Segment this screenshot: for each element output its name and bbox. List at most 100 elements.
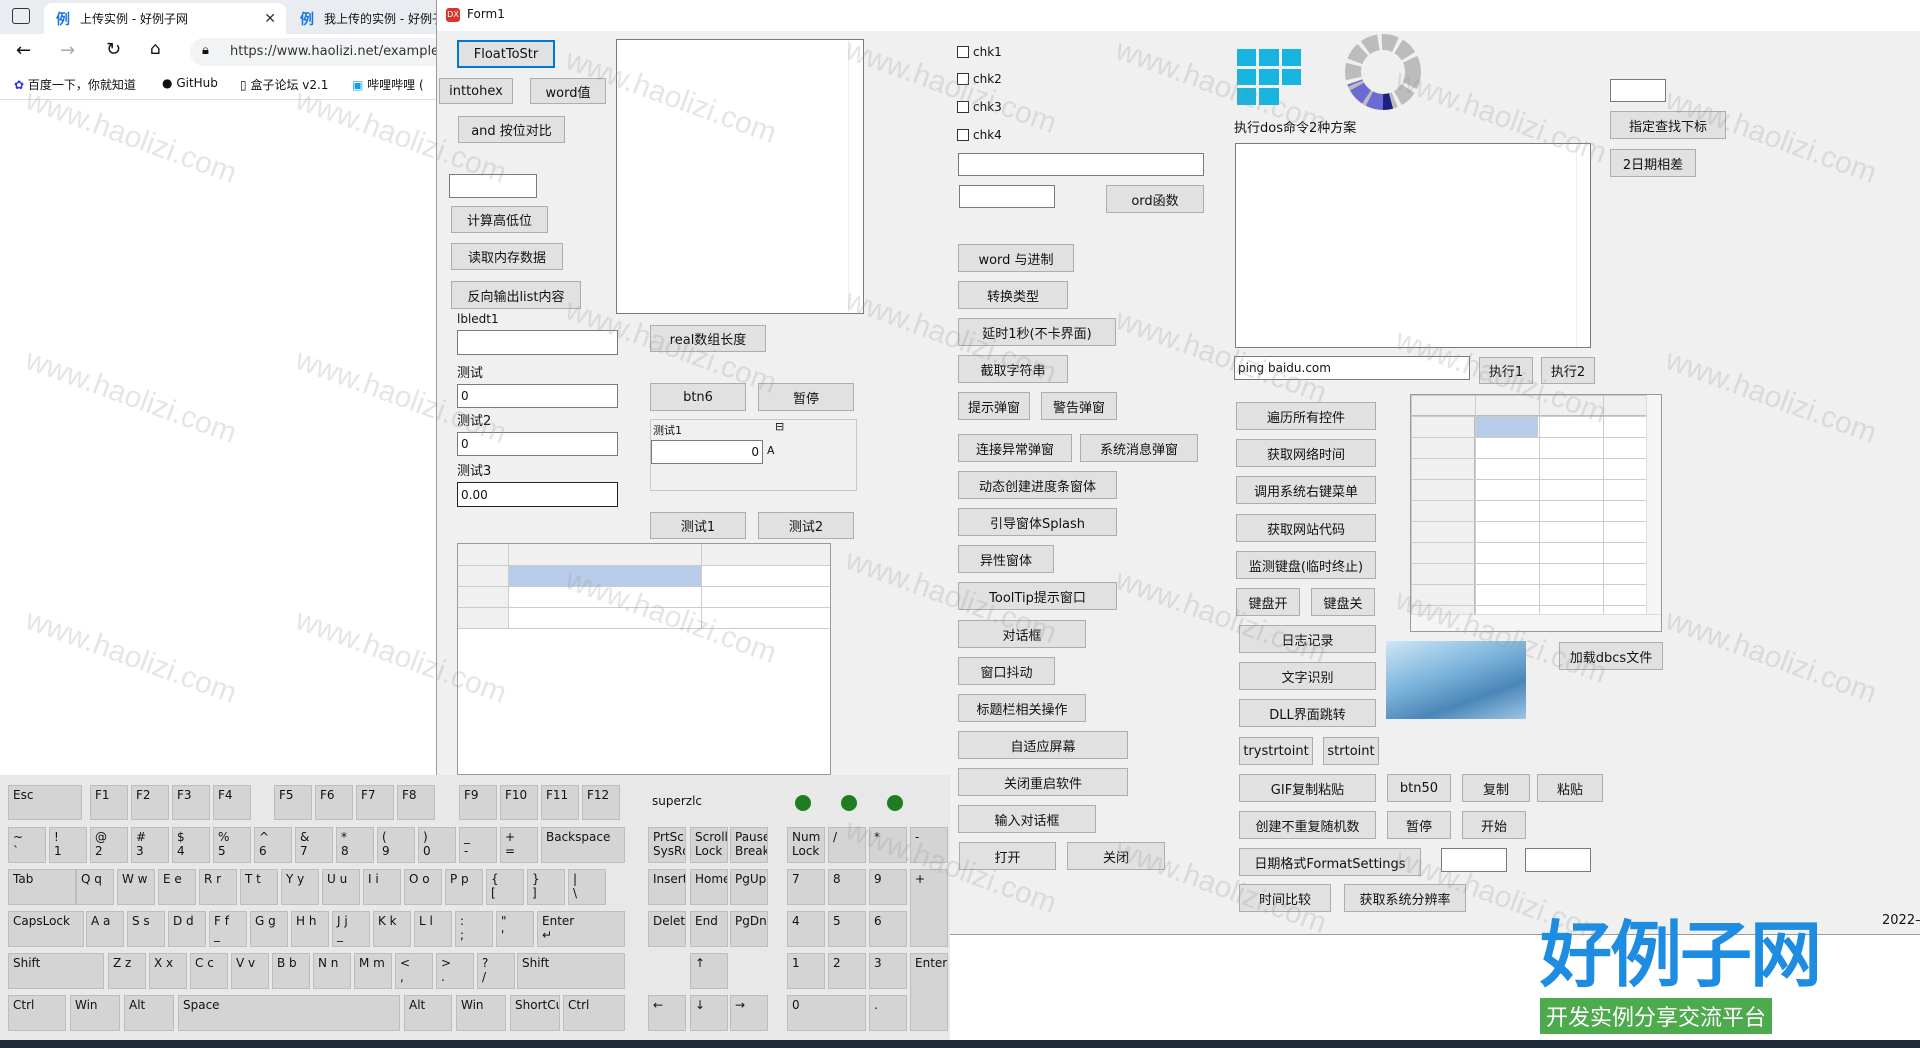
key-digit[interactable]: & 7 [295,827,333,863]
memo-scrollbar[interactable] [848,40,863,313]
reload-icon[interactable]: ↻ [106,39,121,60]
calc-high-low-button[interactable]: 计算高低位 [451,206,548,233]
key-space[interactable]: Space [178,995,400,1031]
exec2-button[interactable]: 执行2 [1541,357,1595,384]
convert-type-button[interactable]: 转换类型 [958,281,1068,309]
key-letter[interactable]: I i [363,869,401,905]
key-digit[interactable]: ! 1 [49,827,87,863]
tip-popup-button[interactable]: 提示弹窗 [958,392,1030,420]
key-ctrl[interactable]: Ctrl [8,995,66,1031]
gif-copy-paste-button[interactable]: GIF复制粘贴 [1239,774,1376,802]
key-esc[interactable]: Esc [8,785,82,820]
key-alt[interactable]: Alt [404,995,452,1031]
browser-tab-active[interactable]: 例 上传实例 - 好例子网 ✕ [44,3,286,34]
key-letter[interactable]: | \ [568,869,606,905]
text-input-2[interactable] [958,153,1204,176]
key-backspace[interactable]: Backspace [541,827,625,863]
key-letter[interactable]: " ' [496,911,534,947]
key-letter[interactable]: W w [117,869,155,905]
grid-cell[interactable] [702,608,830,629]
time-compare-button[interactable]: 时间比较 [1239,884,1331,912]
key-numpad[interactable]: 5 [828,911,866,947]
date-format-settings-button[interactable]: 日期格式FormatSettings [1239,848,1421,876]
key-letter[interactable]: V v [231,953,269,989]
get-network-time-button[interactable]: 获取网络时间 [1236,439,1376,467]
key-letter[interactable]: Z z [108,953,146,989]
titlebar-ops-button[interactable]: 标题栏相关操作 [958,694,1086,722]
text-input-3[interactable] [959,185,1055,208]
reverse-list-button[interactable]: 反向输出list内容 [451,281,581,309]
key-digit[interactable]: ) 0 [418,827,456,863]
delay-1s-button[interactable]: 延时1秒(不卡界面) [958,318,1116,346]
key-letter[interactable]: R r [199,869,237,905]
key-letter[interactable]: M m [354,953,392,989]
key-nav[interactable]: Scroll Lock [690,827,728,863]
key-letter[interactable]: Y y [281,869,319,905]
text-input-4[interactable] [1610,79,1666,102]
key-letter[interactable]: } ] [527,869,565,905]
key-digit[interactable]: ~ ` [8,827,46,863]
home-icon[interactable]: ⌂ [150,39,161,59]
back-icon[interactable]: ← [16,40,31,61]
key-f12[interactable]: F12 [582,785,620,820]
irregular-form-button[interactable]: 异性窗体 [958,545,1054,573]
key-numpad[interactable]: 9 [869,869,907,905]
key-numpad[interactable]: 6 [869,911,907,947]
paste-button[interactable]: 粘贴 [1537,774,1603,802]
text-input-1[interactable] [449,174,537,198]
key-nav[interactable]: PgDn [730,911,768,947]
key-f5[interactable]: F5 [274,785,312,820]
test-input[interactable]: 0 [457,384,618,408]
key-letter[interactable]: C c [190,953,228,989]
text-recognition-button[interactable]: 文字识别 [1239,662,1376,690]
key-letter[interactable]: E e [158,869,196,905]
random-numbers-button[interactable]: 创建不重复随机数 [1239,811,1376,839]
ord-function-button[interactable]: ord函数 [1106,185,1204,213]
test2-button[interactable]: 测试2 [758,512,854,539]
key-f11[interactable]: F11 [541,785,579,820]
read-memory-button[interactable]: 读取内存数据 [451,243,563,270]
keyboard-on-button[interactable]: 键盘开 [1236,588,1300,616]
key-numpad[interactable]: + [910,869,948,947]
key-letter[interactable]: P p [445,869,483,905]
chk2-checkbox[interactable]: chk2 [957,72,1002,86]
load-dbcs-button[interactable]: 加载dbcs文件 [1559,642,1663,670]
string-grid-2[interactable] [1410,394,1662,632]
key-win[interactable]: Win [456,995,506,1031]
key-letter[interactable]: G g [250,911,288,947]
memo-scrollbar[interactable] [1576,144,1590,347]
key-f10[interactable]: F10 [500,785,538,820]
key-shift-left[interactable]: Shift [8,953,104,989]
dialog-button[interactable]: 对话框 [958,620,1086,648]
key-digit[interactable]: _ - [459,827,497,863]
system-message-popup-button[interactable]: 系统消息弹窗 [1080,434,1198,462]
substring-button[interactable]: 截取字符串 [958,355,1068,383]
open-button[interactable]: 打开 [959,842,1056,870]
date-input-1[interactable] [1441,848,1507,872]
key-letter[interactable]: > . [436,953,474,989]
forward-icon[interactable]: → [60,40,75,61]
key-numpad[interactable]: / [828,827,866,863]
key-numpad[interactable]: 1 [787,953,825,989]
test2-input[interactable]: 0 [457,432,618,456]
key-nav[interactable]: PrtScr SysRq [648,827,686,863]
key-f6[interactable]: F6 [315,785,353,820]
key-digit[interactable]: @ 2 [90,827,128,863]
key-letter[interactable]: K k [373,911,411,947]
pause-random-button[interactable]: 暂停 [1387,811,1451,839]
key-letter[interactable]: H h [291,911,329,947]
key-f9[interactable]: F9 [459,785,497,820]
key-shortcu[interactable]: ShortCu [510,995,560,1031]
inttohex-button[interactable]: inttohex [439,78,513,104]
key-ctrl[interactable]: Ctrl [563,995,625,1031]
key-letter[interactable]: < , [395,953,433,989]
ping-input[interactable]: ping baidu.com [1234,356,1470,380]
adaptive-screen-button[interactable]: 自适应屏幕 [958,731,1128,759]
key-numpad[interactable]: Num Lock [787,827,825,863]
close-restart-button[interactable]: 关闭重启软件 [958,768,1128,796]
key-f2[interactable]: F2 [131,785,169,820]
key-f8[interactable]: F8 [397,785,435,820]
key-letter[interactable]: B b [272,953,310,989]
key-letter[interactable]: L l [414,911,452,947]
real-array-length-button[interactable]: real数组长度 [650,325,766,352]
